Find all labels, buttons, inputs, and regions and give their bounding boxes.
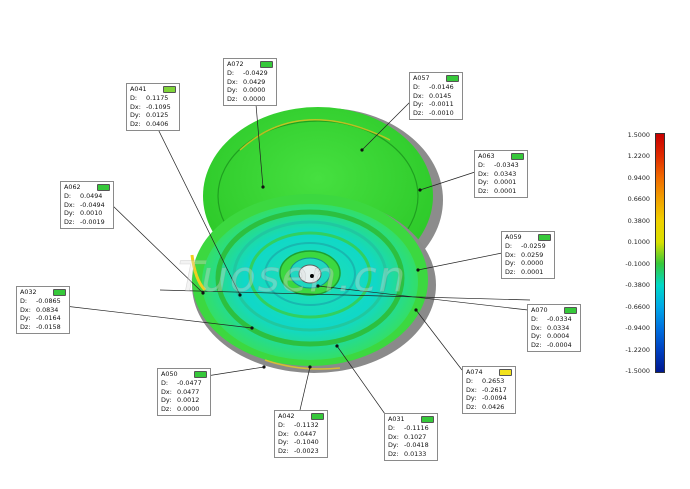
- callout-id: A059: [505, 233, 522, 242]
- callout-A059[interactable]: A059 D: -0.0259 Dx: 0.0259 Dy: 0.0000 Dz: 0.…: [501, 231, 555, 280]
- callout-A063[interactable]: A063 D: -0.0343 Dx: 0.0343 Dy: 0.0001 Dz: 0.…: [474, 150, 528, 199]
- callout-id: A072: [227, 60, 244, 69]
- callout-A072[interactable]: A072 D: -0.0429 Dx: 0.0429 Dy: 0.0000 Dz: 0.…: [223, 58, 277, 107]
- legend-label: -0.1000: [625, 259, 650, 268]
- callout-A042[interactable]: A042 D: -0.1132 Dx: 0.0447 Dy: -0.1040 Dz: -…: [274, 410, 328, 459]
- legend-label: -1.2200: [625, 345, 650, 354]
- legend-label: 0.9400: [627, 173, 650, 182]
- legend-label: 1.2200: [627, 152, 650, 161]
- callout-id: A074: [466, 368, 483, 377]
- callout-id: A062: [64, 183, 81, 192]
- status-swatch: [499, 369, 512, 376]
- status-swatch: [97, 184, 110, 191]
- callout-A041[interactable]: A041 D: 0.1175 Dx: -0.1095 Dy: 0.0125 Dz: 0.…: [126, 83, 180, 132]
- legend-label: -0.6600: [625, 302, 650, 311]
- callout-A074[interactable]: A074 D: 0.2653 Dx: -0.2617 Dy: -0.0094 Dz: 0…: [462, 366, 516, 415]
- status-swatch: [564, 307, 577, 314]
- deviation-3d-view: [55, 80, 531, 415]
- callout-id: A031: [388, 415, 405, 424]
- legend-label: 0.3800: [627, 216, 650, 225]
- status-swatch: [511, 153, 524, 160]
- callout-A057[interactable]: A057 D: -0.0146 Dx: 0.0145 Dy: -0.0011 Dz: -…: [409, 72, 463, 121]
- legend-label: 1.5000: [627, 131, 650, 139]
- status-swatch: [421, 416, 434, 423]
- callout-A050[interactable]: A050 D: -0.0477 Dx: 0.0477 Dy: 0.0012 Dz: 0.…: [157, 368, 211, 417]
- callout-id: A032: [20, 288, 37, 297]
- callout-id: A042: [278, 412, 295, 421]
- status-swatch: [53, 289, 66, 296]
- legend-label: 0.1000: [627, 238, 650, 247]
- watermark: Tuosen.cn: [178, 252, 408, 302]
- callout-A062[interactable]: A062 D: 0.0494 Dx: -0.0494 Dy: 0.0010 Dz: -0…: [60, 181, 114, 230]
- legend-label: -1.5000: [625, 367, 650, 375]
- callout-A032[interactable]: A032 D: -0.0865 Dx: 0.0834 Dy: -0.0164 Dz: -…: [16, 286, 70, 335]
- legend-label: -0.3800: [625, 281, 650, 290]
- callout-A031[interactable]: A031 D: -0.1116 Dx: 0.1027 Dy: -0.0418 Dz: 0…: [384, 413, 438, 462]
- callout-id: A063: [478, 152, 495, 161]
- callout-id: A050: [161, 370, 178, 379]
- callout-id: A070: [531, 306, 548, 315]
- color-scale-labels: 1.5000 1.2200 0.9400 0.6600 0.3800 0.1000 -0.1…: [625, 131, 678, 375]
- callout-A070[interactable]: A070 D: -0.0334 Dx: 0.0334 Dy: 0.0004 Dz: -0…: [527, 304, 581, 353]
- status-swatch: [311, 413, 324, 420]
- status-swatch: [194, 371, 207, 378]
- status-swatch: [260, 61, 273, 68]
- status-swatch: [446, 75, 459, 82]
- legend-label: 0.6600: [627, 195, 650, 204]
- legend-label: -0.9400: [625, 324, 650, 333]
- callout-id: A041: [130, 85, 147, 94]
- status-swatch: [538, 234, 551, 241]
- callout-id: A057: [413, 74, 430, 83]
- status-swatch: [163, 86, 176, 93]
